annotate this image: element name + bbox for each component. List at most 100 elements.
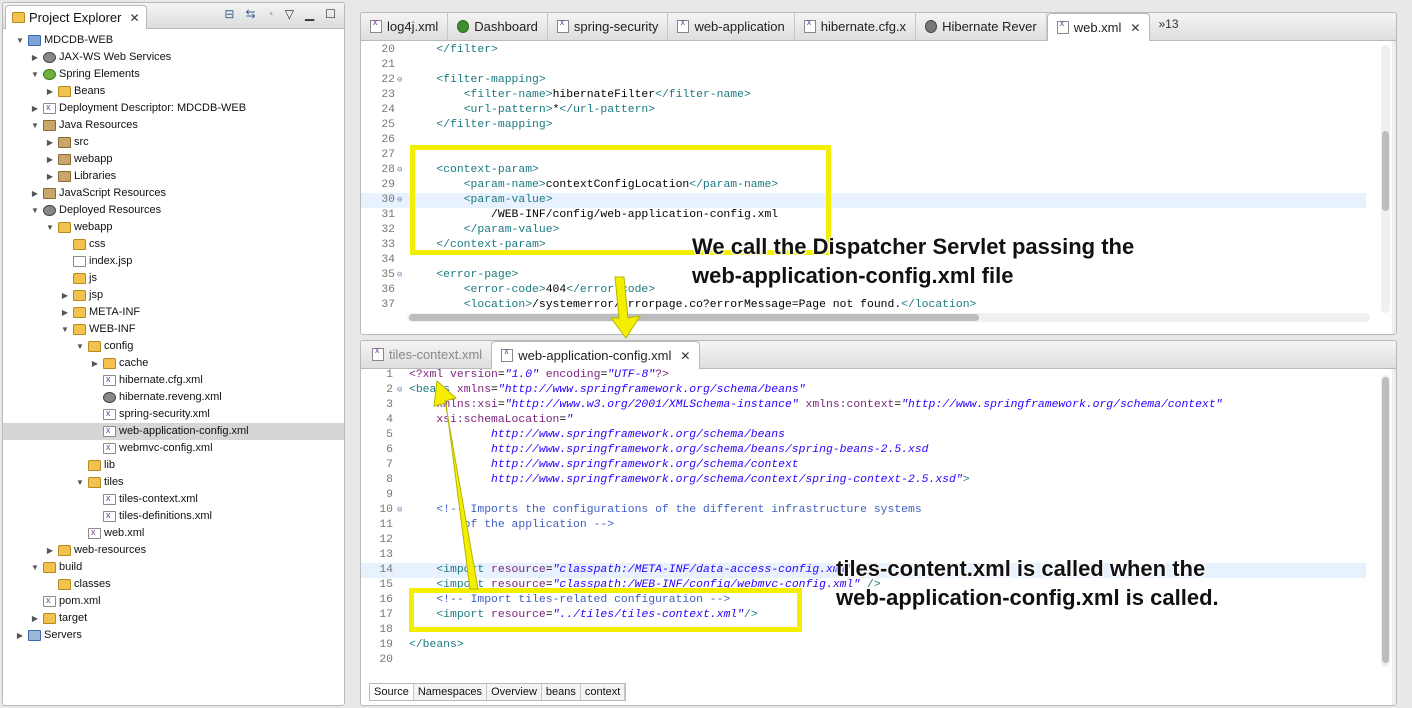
collapsed-twistie-icon[interactable]: ▶: [45, 151, 55, 168]
maximize-icon[interactable]: ☐: [325, 7, 336, 21]
tree-item[interactable]: ▶ cache: [3, 355, 344, 372]
fold-toggle-icon[interactable]: ⊖: [397, 73, 402, 88]
vertical-scrollbar[interactable]: [1381, 375, 1390, 667]
code-line[interactable]: 12: [361, 533, 1366, 548]
fold-toggle-icon[interactable]: ⊖: [397, 163, 402, 178]
collapsed-twistie-icon[interactable]: ▶: [45, 83, 55, 100]
expanded-twistie-icon[interactable]: ▼: [45, 219, 55, 236]
scrollbar-thumb[interactable]: [409, 314, 979, 321]
page-tab[interactable]: Namespaces: [414, 684, 488, 700]
collapsed-twistie-icon[interactable]: ▶: [45, 168, 55, 185]
expanded-twistie-icon[interactable]: ▼: [30, 66, 40, 83]
code-line[interactable]: 1 <?xml version="1.0" encoding="UTF-8"?>: [361, 368, 1366, 383]
code-line[interactable]: 3 xmlns:xsi="http://www.w3.org/2001/XMLS…: [361, 398, 1366, 413]
collapsed-twistie-icon[interactable]: ▶: [60, 304, 70, 321]
tree-item[interactable]: css: [3, 236, 344, 253]
fold-toggle-icon[interactable]: ⊖: [397, 503, 402, 518]
scrollbar-thumb[interactable]: [1382, 377, 1389, 663]
editor-tab[interactable]: spring-security: [548, 13, 669, 40]
code-line[interactable]: 6 http://www.springframework.org/schema/…: [361, 443, 1366, 458]
tree-item[interactable]: ▼ config: [3, 338, 344, 355]
editor-tab[interactable]: web-application: [668, 13, 795, 40]
tree-item[interactable]: hibernate.reveng.xml: [3, 389, 344, 406]
tree-item[interactable]: ▶ Beans: [3, 83, 344, 100]
page-tab[interactable]: context: [581, 684, 626, 700]
tab-overflow-indicator[interactable]: »13: [1150, 13, 1184, 40]
fold-toggle-icon[interactable]: ⊖: [397, 193, 402, 208]
page-tab[interactable]: Overview: [487, 684, 542, 700]
tree-item[interactable]: webmvc-config.xml: [3, 439, 344, 457]
code-line[interactable]: 11 of the application -->: [361, 518, 1366, 533]
tree-item[interactable]: js: [3, 270, 344, 287]
tree-item[interactable]: spring-security.xml: [3, 405, 344, 423]
tree-item[interactable]: ▶ JAX-WS Web Services: [3, 49, 344, 66]
collapsed-twistie-icon[interactable]: ▶: [60, 287, 70, 304]
tree-item[interactable]: web.xml: [3, 524, 344, 542]
page-tab[interactable]: beans: [542, 684, 581, 700]
fold-toggle-icon[interactable]: ⊖: [397, 268, 402, 283]
code-line[interactable]: 10 ⊖ <!-- Imports the configurations of t…: [361, 503, 1366, 518]
tree-item[interactable]: ▶ Deployment Descriptor: MDCDB-WEB: [3, 99, 344, 117]
link-with-editor-icon[interactable]: ⇆: [245, 7, 255, 21]
minimize-icon[interactable]: ▁: [305, 7, 314, 21]
code-line[interactable]: 5 http://www.springframework.org/schema/…: [361, 428, 1366, 443]
tree-item[interactable]: ▼ MDCDB-WEB: [3, 32, 344, 49]
tree-item[interactable]: pom.xml: [3, 592, 344, 610]
collapsed-twistie-icon[interactable]: ▶: [30, 610, 40, 627]
fold-toggle-icon[interactable]: ⊖: [397, 383, 402, 398]
expanded-twistie-icon[interactable]: ▼: [15, 32, 25, 49]
code-line[interactable]: 21: [361, 58, 1366, 73]
editor-tab[interactable]: hibernate.cfg.x: [795, 13, 917, 40]
tree-item[interactable]: web-application-config.xml: [3, 422, 344, 440]
code-line[interactable]: 20: [361, 653, 1366, 668]
code-line[interactable]: 2 ⊖ <beans xmlns="http://www.springframewo…: [361, 383, 1366, 398]
tree-item[interactable]: ▶ webapp: [3, 151, 344, 168]
tree-item[interactable]: ▶ JavaScript Resources: [3, 185, 344, 202]
editor-tab[interactable]: Hibernate Rever: [916, 13, 1047, 40]
code-line[interactable]: 20 </filter>: [361, 43, 1366, 58]
expanded-twistie-icon[interactable]: ▼: [75, 474, 85, 491]
tree-item[interactable]: ▶ META-INF: [3, 304, 344, 321]
vertical-scrollbar[interactable]: [1381, 45, 1390, 313]
tree-item[interactable]: tiles-definitions.xml: [3, 507, 344, 525]
tree-item[interactable]: ▼ build: [3, 559, 344, 576]
code-line[interactable]: 23 <filter-name>hibernateFilter</filter-…: [361, 88, 1366, 103]
close-tab-icon[interactable]: ✕: [1130, 21, 1140, 35]
collapse-all-icon[interactable]: ⊟: [224, 7, 234, 21]
tree-item[interactable]: index.jsp: [3, 253, 344, 270]
editor-tab[interactable]: web-application-config.xml ✕: [491, 341, 701, 369]
tree-item[interactable]: ▶ Servers: [3, 627, 344, 644]
code-line[interactable]: 24 <url-pattern>*</url-pattern>: [361, 103, 1366, 118]
tree-item[interactable]: hibernate.cfg.xml: [3, 371, 344, 389]
collapsed-twistie-icon[interactable]: ▶: [30, 185, 40, 202]
focus-icon[interactable]: ◔: [267, 7, 274, 21]
editor-tab[interactable]: tiles-context.xml: [363, 341, 491, 368]
collapsed-twistie-icon[interactable]: ▶: [45, 134, 55, 151]
project-explorer-tab[interactable]: Project Explorer ✕: [5, 5, 147, 29]
view-menu-icon[interactable]: ▽: [285, 7, 294, 21]
collapsed-twistie-icon[interactable]: ▶: [30, 100, 40, 117]
tree-item[interactable]: ▶ jsp: [3, 287, 344, 304]
tree-item[interactable]: ▶ Libraries: [3, 168, 344, 185]
code-line[interactable]: 4 xsi:schemaLocation=": [361, 413, 1366, 428]
page-tab[interactable]: Source: [370, 684, 414, 700]
tree-item[interactable]: ▶ target: [3, 610, 344, 627]
code-line[interactable]: 25 </filter-mapping>: [361, 118, 1366, 133]
tree-item[interactable]: ▼ tiles: [3, 474, 344, 491]
collapsed-twistie-icon[interactable]: ▶: [90, 355, 100, 372]
tree-item[interactable]: ▶ src: [3, 134, 344, 151]
tree-item[interactable]: tiles-context.xml: [3, 490, 344, 508]
tree-item[interactable]: classes: [3, 576, 344, 593]
tree-item[interactable]: ▼ Deployed Resources: [3, 202, 344, 219]
expanded-twistie-icon[interactable]: ▼: [30, 559, 40, 576]
close-tab-icon[interactable]: ✕: [680, 349, 690, 363]
code-line[interactable]: 37 <location>/systemerror/errorpage.co?e…: [361, 298, 1366, 313]
code-line[interactable]: 22 ⊖ <filter-mapping>: [361, 73, 1366, 88]
tree-item[interactable]: ▼ Java Resources: [3, 117, 344, 134]
collapsed-twistie-icon[interactable]: ▶: [30, 49, 40, 66]
collapsed-twistie-icon[interactable]: ▶: [45, 542, 55, 559]
editor-tab[interactable]: Dashboard: [448, 13, 548, 40]
horizontal-scrollbar[interactable]: [407, 313, 1370, 322]
collapsed-twistie-icon[interactable]: ▶: [15, 627, 25, 644]
scrollbar-thumb[interactable]: [1382, 131, 1389, 211]
